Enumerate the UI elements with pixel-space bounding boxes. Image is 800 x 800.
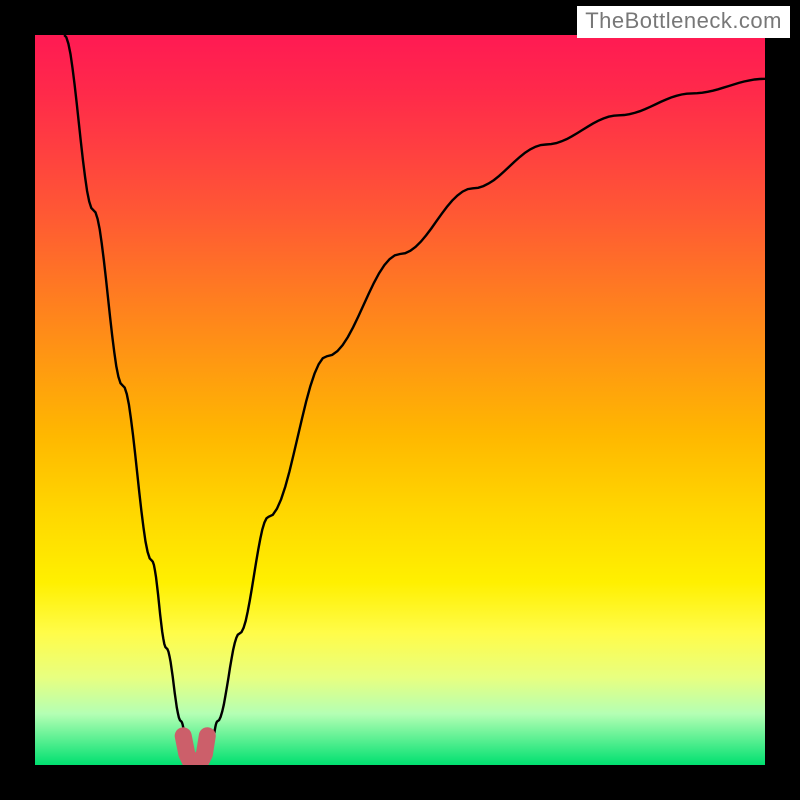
watermark-text: TheBottleneck.com (585, 8, 782, 33)
chart-svg (35, 35, 765, 765)
watermark: TheBottleneck.com (577, 6, 790, 38)
bottleneck-curve (64, 35, 765, 765)
minimum-highlight (183, 736, 207, 765)
chart-frame: TheBottleneck.com (0, 0, 800, 800)
